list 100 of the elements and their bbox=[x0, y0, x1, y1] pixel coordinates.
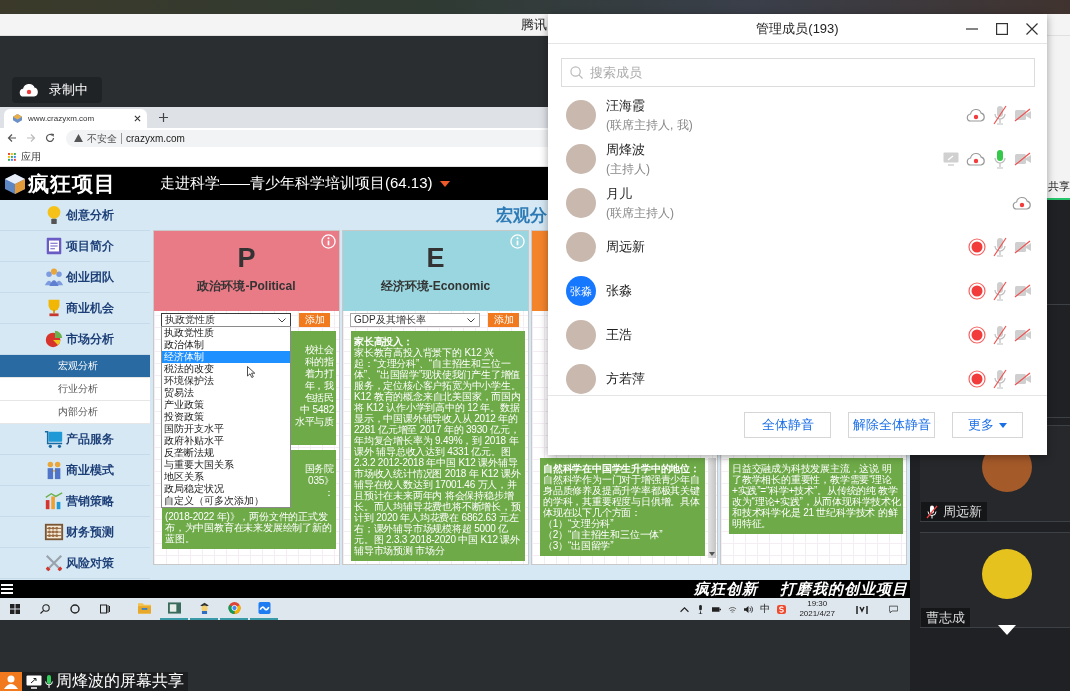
text-line: 年，我 bbox=[304, 380, 334, 392]
camera-off-icon[interactable] bbox=[1014, 372, 1032, 386]
muted-microphone-icon[interactable] bbox=[993, 325, 1007, 345]
footer-button[interactable]: 更多 bbox=[952, 412, 1023, 438]
swirl-logo-icon[interactable] bbox=[777, 604, 787, 614]
record-icon[interactable] bbox=[968, 282, 986, 300]
new-tab-icon[interactable] bbox=[159, 113, 168, 122]
sidebar-subitem[interactable]: 宏观分析 bbox=[0, 355, 150, 378]
info-icon[interactable] bbox=[321, 234, 336, 249]
menu-icon[interactable] bbox=[1, 584, 13, 594]
clock-time[interactable]: 19:30 bbox=[807, 599, 828, 609]
dropdown-option[interactable]: 与重要大国关系 bbox=[162, 459, 290, 471]
camera-off-icon[interactable] bbox=[1014, 284, 1032, 298]
sidebar-item[interactable]: 商业机会 bbox=[0, 293, 150, 324]
sidebar-item[interactable]: 营销策略 bbox=[0, 486, 150, 517]
muted-microphone-icon[interactable] bbox=[993, 281, 1007, 301]
dropdown-option[interactable]: 税法的改变 bbox=[162, 363, 290, 375]
sidebar-item[interactable]: 创意分析 bbox=[0, 200, 150, 231]
scrollbar[interactable] bbox=[708, 458, 716, 558]
circle-icon[interactable] bbox=[70, 604, 80, 614]
footer-button[interactable]: 全体静音 bbox=[744, 412, 831, 438]
dropdown-option[interactable]: 产业政策 bbox=[162, 399, 290, 411]
dropdown-option[interactable]: 政治体制 bbox=[162, 339, 290, 351]
camera-off-icon[interactable] bbox=[1014, 328, 1032, 342]
record-icon[interactable] bbox=[968, 326, 986, 344]
screen-share-icon bbox=[943, 152, 959, 166]
browser-tab[interactable]: www.crazyxm.com bbox=[4, 109, 147, 128]
card-text: 家长教育高投入背景下的 K12 兴起：“文理分科”、“自主招生和三位一体”、“出国留学”现状使我们产生了增值服务，定位核心客户拓宽为中小学生。K12 教育的概念来自北美国家，而国内将 K12 认作小学到高中的 12 年。数据显示，中国课外辅导收入从 2012 年的 2281 亿元增至 2017 年的 3930 亿元，年均复合增长率为 9.49%，到 2018 年课外 辅导总收入达到 4331 亿元。图 2.3.2 2012-2018 年中国 K12 课外辅导市场收入统计情况图 2018 年 K12 课外辅导在校人数达到 17001.46 万人，并且预计在未来两年内 将会保持稳步增长。而人均辅导花费也将不断增长，预计到 2020 年人均花费在 6862.63 元左右；课外辅导市场规模将超 5000 亿元。图 2.3.3 2018-2020 中国 K12 课外辅导市场预测 市场分 bbox=[354, 347, 522, 556]
cube-logo-icon bbox=[4, 172, 26, 195]
dropdown-option[interactable]: 执政党性质 bbox=[162, 327, 290, 339]
muted-microphone-icon[interactable] bbox=[993, 105, 1007, 125]
notification-icon[interactable] bbox=[889, 604, 898, 614]
windows-logo-icon[interactable] bbox=[10, 604, 20, 614]
muted-microphone-icon[interactable] bbox=[993, 237, 1007, 257]
record-icon[interactable] bbox=[968, 370, 986, 388]
avatar-photo bbox=[566, 320, 596, 350]
sidebar-subitem[interactable]: 行业分析 bbox=[0, 378, 150, 401]
circle-logo-icon bbox=[227, 602, 241, 614]
dropdown-option[interactable]: 反垄断法规 bbox=[162, 447, 290, 459]
footer-button[interactable]: 解除全体静音 bbox=[848, 412, 935, 438]
muted-microphone-icon[interactable] bbox=[993, 369, 1007, 389]
speaker-icon[interactable] bbox=[744, 604, 754, 614]
project-selector[interactable]: 走进科学——青少年科学培训项目(64.13) bbox=[160, 174, 450, 193]
select-field[interactable]: 执政党性质 bbox=[161, 313, 291, 327]
dropdown-option[interactable]: 投资政策 bbox=[162, 411, 290, 423]
text-line: 水平与质 bbox=[294, 416, 334, 428]
dropdown-option[interactable]: 自定义（可多次添加） bbox=[162, 495, 290, 507]
pointer-arrow-icon bbox=[247, 366, 255, 378]
camera-off-icon[interactable] bbox=[1014, 152, 1032, 166]
record-icon[interactable] bbox=[968, 238, 986, 256]
page-title: 宏观分 bbox=[496, 204, 547, 227]
search-icon[interactable] bbox=[40, 604, 50, 614]
share-tab-label[interactable]: 共享 bbox=[1048, 179, 1070, 194]
dropdown-option[interactable]: 环境保护法 bbox=[162, 375, 290, 387]
avatar-photo bbox=[566, 188, 596, 218]
share-text: 周烽波的屏幕共享 bbox=[56, 671, 184, 691]
clock-date[interactable]: 2021/4/27 bbox=[799, 609, 835, 619]
camera-off-icon[interactable] bbox=[1014, 240, 1032, 254]
close-icon[interactable] bbox=[1026, 23, 1038, 35]
avatar-photo bbox=[566, 232, 596, 262]
task-view-icon[interactable] bbox=[100, 604, 110, 614]
camera-off-icon[interactable] bbox=[1014, 108, 1032, 122]
battery-icon[interactable] bbox=[712, 604, 722, 614]
chevron-down-icon bbox=[467, 317, 475, 323]
maximize-icon[interactable] bbox=[996, 23, 1008, 35]
sidebar-item[interactable]: 风险对策 bbox=[0, 548, 150, 579]
card-heading: 家长高投入： bbox=[354, 336, 413, 347]
back-arrow-icon[interactable] bbox=[7, 133, 17, 143]
caret-up-icon[interactable] bbox=[680, 604, 690, 614]
dropdown-option[interactable]: 国防开支水平 bbox=[162, 423, 290, 435]
card-text: 日益交融成为科技发展主流，这说 明了教学相长的重要性，教学需要“理论+实践”=“科学+技术”。从传统的纯 教学改为“理论+实践”，从而体现科学技术化和技术科学化是 21 世纪科学技术 的鲜明特征。 bbox=[732, 463, 901, 529]
sidebar-item[interactable]: 财务预测 bbox=[0, 517, 150, 548]
list-item: （1）“文理分科” bbox=[543, 518, 615, 529]
sidebar-item[interactable]: 创业团队 bbox=[0, 262, 150, 293]
reload-icon[interactable] bbox=[45, 133, 55, 143]
text-line: 中 5482 bbox=[300, 404, 334, 416]
dropdown-option[interactable]: 贸易法 bbox=[162, 387, 290, 399]
text-line: 科的指 bbox=[304, 356, 334, 368]
dropdown-option[interactable]: 地区关系 bbox=[162, 471, 290, 483]
caret-down-icon[interactable] bbox=[998, 625, 1016, 635]
dropdown-option[interactable]: 政局稳定状况 bbox=[162, 483, 290, 495]
sidebar-item[interactable]: 项目简介 bbox=[0, 231, 150, 262]
bookmark-item[interactable]: 应用 bbox=[8, 150, 41, 164]
scroll-down-icon[interactable] bbox=[709, 552, 715, 556]
search-icon bbox=[570, 66, 583, 79]
wifi-icon[interactable] bbox=[728, 604, 738, 614]
text-line: ： bbox=[324, 487, 334, 499]
sidebar-item[interactable]: 商业模式 bbox=[0, 455, 150, 486]
search-field[interactable]: 搜索成员 bbox=[561, 58, 1035, 87]
select-field[interactable]: GDP及其增长率 bbox=[350, 313, 480, 327]
bars-icon[interactable] bbox=[856, 604, 868, 614]
sidebar-item[interactable]: 产品服务 bbox=[0, 424, 150, 455]
close-icon[interactable] bbox=[134, 115, 141, 122]
dropdown-option[interactable]: 政府补贴水平 bbox=[162, 435, 290, 447]
text-line: 包括民 bbox=[304, 392, 334, 404]
ime-indicator[interactable]: 中 bbox=[760, 602, 771, 616]
sidebar-subitem[interactable]: 内部分析 bbox=[0, 401, 150, 424]
site-logo: 疯狂项目 bbox=[28, 170, 116, 197]
avatar-photo bbox=[566, 364, 596, 394]
avatar-picture bbox=[982, 549, 1032, 599]
